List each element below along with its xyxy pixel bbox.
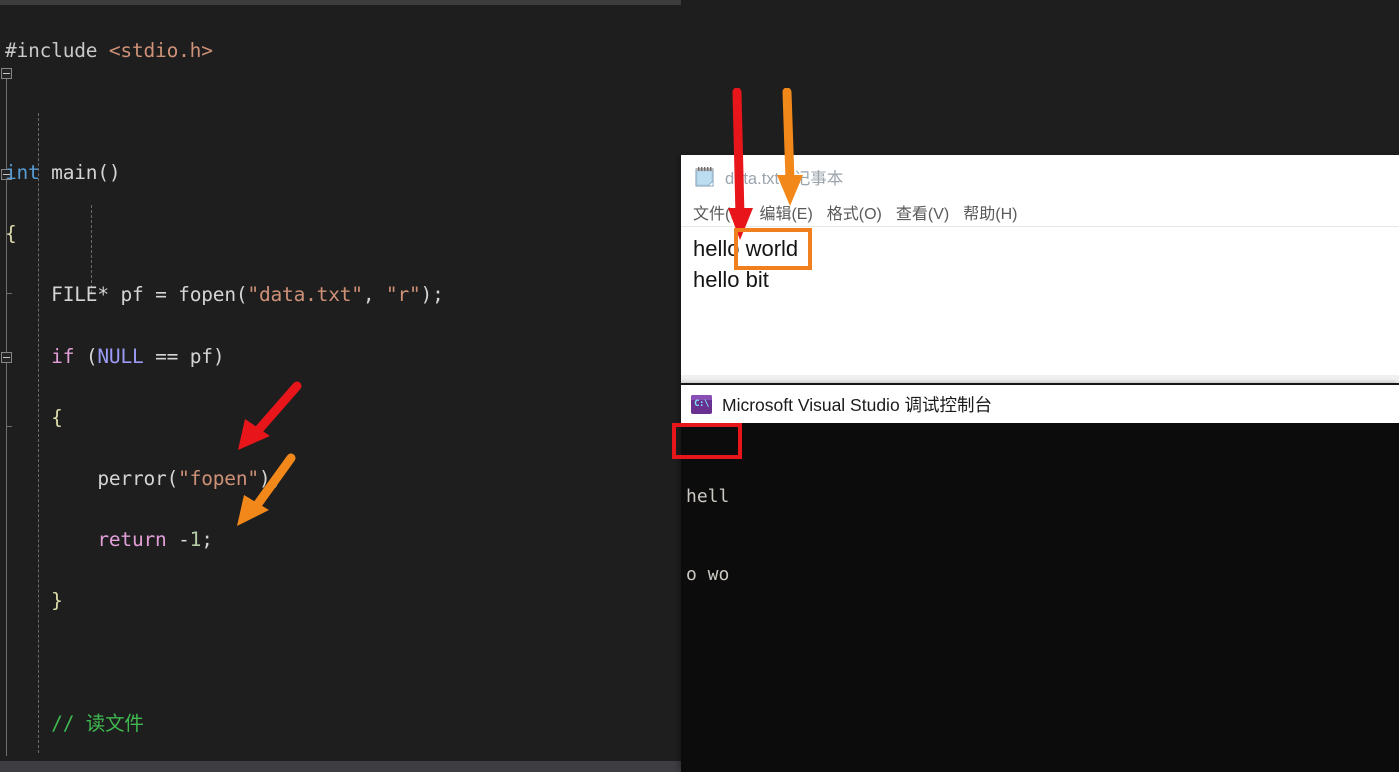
console-icon-label: C:\ [694,398,709,409]
code-line-10: } [51,589,63,613]
menu-help[interactable]: 帮助(H) [963,200,1017,224]
console-title-text: Microsoft Visual Studio 调试控制台 [722,394,993,415]
code-line-8: perror("fopen"); [97,466,282,490]
console-output-area[interactable]: hell o wo E:\Gitee\note\test_9_26\Debug\… [681,423,1399,772]
notepad-line-2: hello bit [693,267,769,292]
code-line-3: int main() [5,160,121,184]
console-line-4 [686,718,1399,744]
debug-console-window[interactable]: C:\ Microsoft Visual Studio 调试控制台 hell o… [681,385,1399,772]
notepad-menubar[interactable]: 文件(F) 编辑(E) 格式(O) 查看(V) 帮助(H) [681,198,1399,227]
notepad-text-area[interactable]: hello world hello bit [681,227,1399,377]
source-code-text[interactable]: #include <stdio.h> int main() { FILE* pf… [0,5,681,772]
console-line-3 [686,640,1399,666]
console-cmd-icon: C:\ [691,394,712,414]
code-editor-pane[interactable]: #include <stdio.h> int main() { FILE* pf… [0,0,681,772]
menu-edit[interactable]: 编辑(E) [759,200,812,224]
menu-file[interactable]: 文件(F) [693,200,745,224]
code-line-5: FILE* pf = fopen("data.txt", "r"); [51,283,444,307]
code-line-4: { [5,222,17,246]
notepad-titlebar[interactable]: data.txt - 记事本 [681,155,1399,198]
notepad-window[interactable]: data.txt - 记事本 文件(F) 编辑(E) 格式(O) 查看(V) 帮… [681,155,1399,383]
code-line-12: // 读文件 [51,711,144,735]
notepad-icon [694,166,716,188]
notepad-title-text: data.txt - 记事本 [725,169,844,188]
editor-horizontal-scrollbar[interactable] [0,761,681,772]
menu-view[interactable]: 查看(V) [896,200,949,224]
notepad-line-1: hello world [693,236,799,261]
code-line-7: { [51,405,63,429]
code-line-1: #include <stdio.h> [5,38,213,62]
notepad-statusbar [681,375,1399,383]
code-line-9: return -1; [97,528,213,552]
code-line-6: if (NULL == pf) [51,344,225,368]
menu-format[interactable]: 格式(O) [827,200,882,224]
console-line-2: o wo [686,564,730,585]
console-titlebar[interactable]: C:\ Microsoft Visual Studio 调试控制台 [681,385,1399,423]
console-line-1: hell [686,486,730,507]
